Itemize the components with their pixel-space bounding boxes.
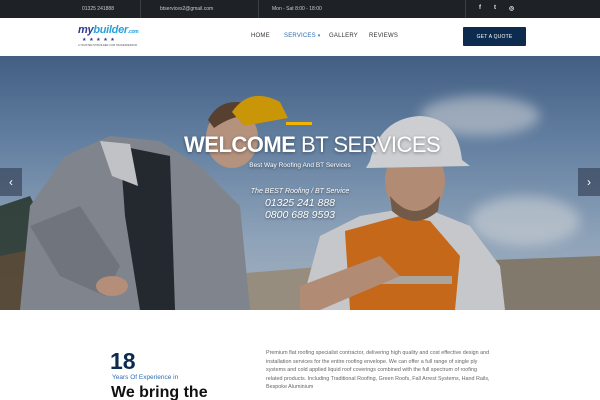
nav-reviews[interactable]: REVIEWS [369,33,398,39]
hero-slider: WELCOME BT SERVICES Best Way Roofing And… [0,56,600,310]
divider [465,0,466,18]
nav-services-label: SERVICES [284,33,316,39]
hero-overlay [0,56,600,310]
logo[interactable]: mybuilder.com ★ ★ ★ ★ ★ A TRUSTED MYBUIL… [78,24,139,50]
topbar-hours: Mon - Sat 8:00 - 18:00 [272,6,322,12]
logo-wordmark: mybuilder.com [78,24,139,36]
divider [258,0,259,18]
hero-best-line: The BEST Roofing / BT Service [250,188,350,195]
about-paragraph: Premium flat roofing specialist contract… [266,350,490,391]
hero-title: WELCOME BT SERVICES [184,132,441,157]
twitter-icon[interactable]: t [494,5,496,11]
instagram-icon[interactable]: ◎ [509,5,514,12]
years-label: Years Of Experience in [112,374,179,381]
site-header: mybuilder.com ★ ★ ★ ★ ★ A TRUSTED MYBUIL… [0,18,600,56]
hero-phone-1[interactable]: 01325 241 888 [220,197,380,209]
hero-phone-2[interactable]: 0800 688 9593 [220,209,380,221]
logo-stars: ★ ★ ★ ★ ★ [82,37,116,43]
hero-subtitle: Best Way Roofing And BT Services [249,162,351,169]
nav-home[interactable]: HOME [251,33,270,39]
about-heading: We bring the [111,384,208,400]
slider-next-button[interactable]: › [578,168,600,196]
about-section: 18 Years Of Experience in We bring the P… [0,310,600,400]
divider [140,0,141,18]
facebook-icon[interactable]: f [479,5,481,11]
chevron-down-icon: ▾ [317,33,321,39]
topbar-phone[interactable]: 01325 241888 [82,6,114,12]
get-a-quote-button[interactable]: GET A QUOTE [463,27,526,46]
nav-gallery[interactable]: GALLERY [329,33,358,39]
top-bar: 01325 241888 btservices2@gmail.com Mon -… [0,0,600,18]
nav-services[interactable]: SERVICES ▾ [284,33,320,39]
topbar-email[interactable]: btservices2@gmail.com [160,6,213,12]
years-number: 18 [110,348,136,374]
logo-tagline: A TRUSTED MYBUILDER.COM TRADESPERSON [78,44,138,47]
slider-prev-button[interactable]: ‹ [0,168,22,196]
accent-line [286,122,312,125]
